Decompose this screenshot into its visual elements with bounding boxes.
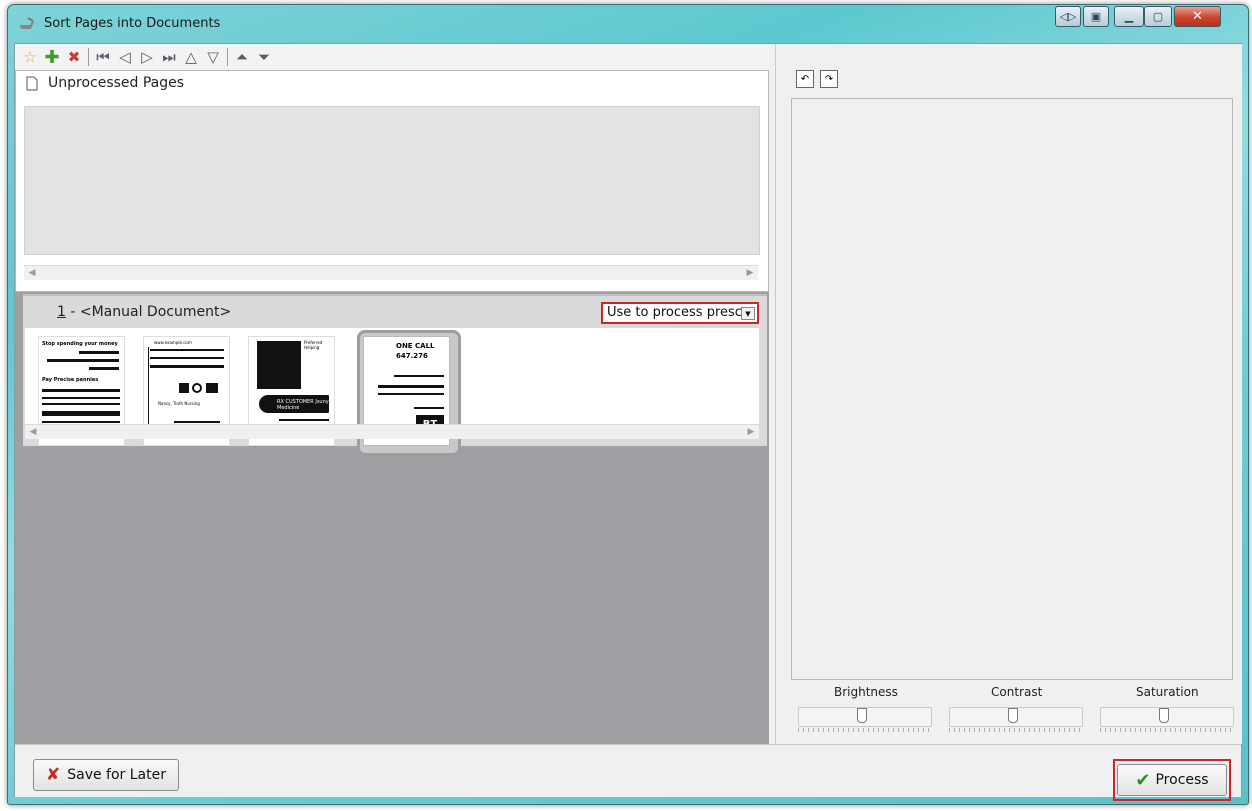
pin-icon[interactable]: ▣ <box>1083 6 1109 27</box>
thumbnail-heading: ONE CALL 647.276 <box>396 342 435 360</box>
document-scrollbar[interactable]: ◀ ▶ <box>25 424 759 439</box>
unprocessed-drop-area[interactable] <box>24 106 760 255</box>
saturation-slider[interactable] <box>1100 707 1234 727</box>
scroll-left-icon[interactable]: ◀ <box>25 425 41 439</box>
toolbar-separator <box>88 48 89 66</box>
scroll-right-icon[interactable]: ▶ <box>743 425 759 439</box>
maximize-button[interactable]: ▢ <box>1144 6 1172 27</box>
page-preview <box>791 98 1233 680</box>
contrast-slider[interactable] <box>949 707 1083 727</box>
save-for-later-button[interactable]: ✘ Save for Later <box>33 759 179 791</box>
close-button[interactable]: ✕ <box>1174 6 1221 27</box>
window-title: Sort Pages into Documents <box>44 16 221 31</box>
document-type-value: Use to process prescr <box>607 305 748 320</box>
scroll-right-icon[interactable]: ▶ <box>742 266 758 280</box>
thumbnail-heading: www.example.com <box>154 340 192 345</box>
document-thumbnails: Stop spending your money Pay Precise pen… <box>25 328 759 456</box>
unprocessed-pages-panel: Unprocessed Pages ◀ ▶ <box>15 70 769 292</box>
checkmark-icon: ✔ <box>1135 769 1151 791</box>
snap-icon[interactable]: ◁▷ <box>1055 6 1081 27</box>
thumbnail-text: RX CUSTOMER Jsuny Medicine <box>277 399 329 411</box>
unprocessed-scrollbar[interactable]: ◀ ▶ <box>24 265 758 280</box>
document-type-select[interactable]: Use to process prescr ▼ <box>601 302 759 324</box>
title-bar: Sort Pages into Documents ◁▷ ▣ ▁ ▢ ✕ <box>8 5 1248 43</box>
thumbnail-heading: Stop spending your money <box>42 341 118 347</box>
delete-icon[interactable]: ✖ <box>63 46 85 68</box>
saturation-label: Saturation <box>1136 685 1199 699</box>
thumbnail-text: Nancy, Troth Nursing <box>158 401 200 406</box>
toolbar-separator <box>227 48 228 66</box>
process-label: Process <box>1155 772 1209 788</box>
bottom-bar: ✘ Save for Later ✔ Process <box>15 744 1241 801</box>
save-for-later-label: Save for Later <box>67 767 166 783</box>
page-icon <box>26 76 38 90</box>
toolbar: ☆ ✚ ✖ ⏮ ◁ ▷ ⏭ △ ▽ ⏶ ⏷ <box>15 44 769 70</box>
document-panel: 1 - <Manual Document> Use to process pre… <box>23 294 767 456</box>
rotate-right-icon[interactable]: ↷ <box>820 70 838 88</box>
last-icon[interactable]: ⏭ <box>158 46 180 68</box>
rotate-left-icon[interactable]: ↶ <box>796 70 814 88</box>
thumbnail-heading: Preferred Helping <box>304 340 323 350</box>
up-icon[interactable]: △ <box>180 46 202 68</box>
client-area: ☆ ✚ ✖ ⏮ ◁ ▷ ⏭ △ ▽ ⏶ ⏷ Unprocessed Pages <box>14 43 1242 801</box>
unprocessed-header: Unprocessed Pages <box>26 75 184 91</box>
main-window: Sort Pages into Documents ◁▷ ▣ ▁ ▢ ✕ ☆ ✚… <box>7 4 1249 805</box>
slider-ticks <box>1100 728 1232 732</box>
down-icon[interactable]: ▽ <box>202 46 224 68</box>
x-icon: ✘ <box>45 765 61 785</box>
prev-icon[interactable]: ◁ <box>114 46 136 68</box>
document-header: 1 - <Manual Document> <box>57 304 231 320</box>
slider-handle[interactable] <box>1008 708 1018 723</box>
contrast-label: Contrast <box>991 685 1043 699</box>
scroll-left-icon[interactable]: ◀ <box>24 266 40 280</box>
slider-handle[interactable] <box>857 708 867 723</box>
unprocessed-title: Unprocessed Pages <box>48 75 185 91</box>
process-button[interactable]: ✔ Process <box>1117 764 1227 796</box>
chevron-down-icon[interactable]: ▼ <box>741 307 755 320</box>
star-icon[interactable]: ☆ <box>19 46 41 68</box>
slider-ticks <box>949 728 1081 732</box>
document-name: - <Manual Document> <box>65 304 232 320</box>
top-icon[interactable]: ⏶ <box>231 46 253 68</box>
slider-ticks <box>798 728 930 732</box>
left-pane: ☆ ✚ ✖ ⏮ ◁ ▷ ⏭ △ ▽ ⏶ ⏷ Unprocessed Pages <box>15 44 769 744</box>
slider-handle[interactable] <box>1159 708 1169 723</box>
add-icon[interactable]: ✚ <box>41 46 63 68</box>
first-icon[interactable]: ⏮ <box>92 46 114 68</box>
process-highlight: ✔ Process <box>1113 759 1231 801</box>
brightness-slider[interactable] <box>798 707 932 727</box>
document-number: 1 <box>57 304 66 320</box>
thumbnail-text: Pay Precise pennies <box>42 377 99 383</box>
brightness-label: Brightness <box>834 685 898 699</box>
next-icon[interactable]: ▷ <box>136 46 158 68</box>
bottom-icon[interactable]: ⏷ <box>253 46 275 68</box>
rotate-buttons: ↶ ↷ <box>796 70 838 88</box>
minimize-button[interactable]: ▁ <box>1114 6 1144 27</box>
preview-pane: ↶ ↷ Brightness Contrast Saturation <box>775 44 1242 744</box>
app-icon <box>20 17 34 29</box>
